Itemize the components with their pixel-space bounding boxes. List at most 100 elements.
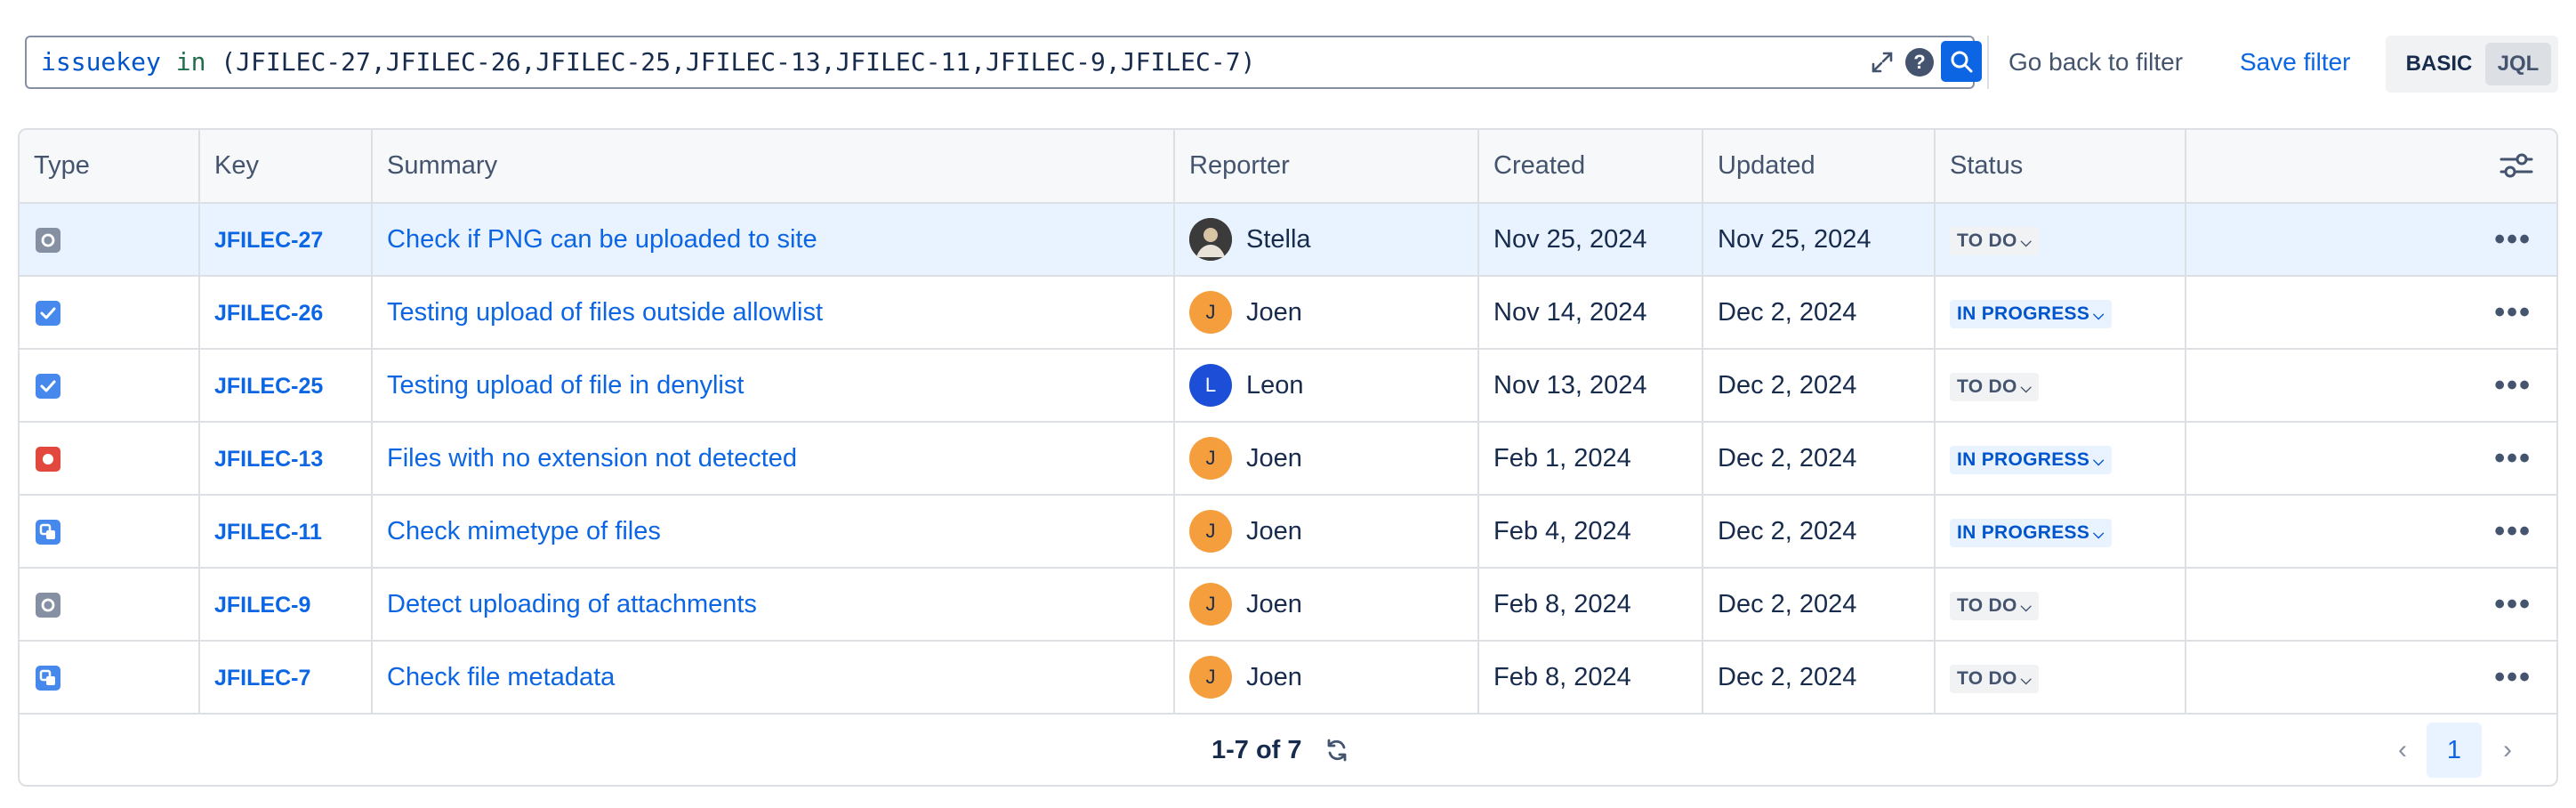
issue-key-link[interactable]: JFILEC-13 [214,447,323,472]
task-checkbox-icon [36,300,60,326]
avatar: J [1189,510,1232,553]
search-mode-toggle: BASIC JQL [2386,36,2558,93]
reporter-name: Joen [1246,516,1302,545]
updated-cell: Dec 2, 2024 [1703,641,1936,715]
basic-mode-button[interactable]: BASIC [2391,43,2487,85]
jql-search-input[interactable]: issuekey in (JFILEC-27,JFILEC-26,JFILEC-… [25,36,1982,89]
go-back-to-filter-button[interactable]: Go back to filter [2008,36,2183,89]
table-row[interactable]: JFILEC-7 Check file metadata J Joen Feb 8, 2… [20,641,2556,715]
column-header-type[interactable]: Type [20,130,200,204]
status-badge[interactable]: IN PROGRESS ⌵ [1950,445,2112,474]
actions-cell: ••• [2186,495,2556,569]
page-1-button[interactable]: 1 [2427,723,2482,778]
created-cell: Nov 25, 2024 [1478,203,1703,277]
chevron-down-icon: ⌵ [2093,526,2105,542]
key-cell: JFILEC-27 [199,203,373,277]
type-cell [20,641,200,715]
reporter-cell: J Joen [1174,422,1479,496]
issue-key-link[interactable]: JFILEC-27 [214,228,323,253]
summary-cell: Detect uploading of attachments [372,568,1175,642]
issue-key-link[interactable]: JFILEC-11 [214,520,322,545]
status-cell: TO DO ⌵ [1935,349,2186,423]
jql-query-text[interactable]: issuekey in (JFILEC-27,JFILEC-26,JFILEC-… [41,37,1255,87]
refresh-icon[interactable] [1324,737,1350,764]
status-badge[interactable]: TO DO ⌵ [1950,591,2040,620]
updated-cell: Dec 2, 2024 [1703,568,1936,642]
more-actions-icon[interactable]: ••• [2494,587,2532,621]
key-cell: JFILEC-26 [199,276,373,350]
issue-key-link[interactable]: JFILEC-7 [214,666,310,691]
more-actions-icon[interactable]: ••• [2494,368,2532,402]
next-page-button[interactable]: › [2494,737,2521,764]
issue-key-link[interactable]: JFILEC-9 [214,593,310,618]
task-circle-icon [36,227,60,253]
column-header-key[interactable]: Key [199,130,373,204]
search-icon [1951,51,1973,73]
search-button[interactable] [1941,41,1982,82]
jql-mode-button[interactable]: JQL [2485,43,2551,85]
more-actions-icon[interactable]: ••• [2494,222,2532,256]
status-badge[interactable]: TO DO ⌵ [1950,226,2040,255]
column-header-created[interactable]: Created [1478,130,1703,204]
toolbar-divider [1987,36,1989,89]
status-cell: TO DO ⌵ [1935,641,2186,715]
column-header-reporter[interactable]: Reporter [1174,130,1479,204]
actions-cell: ••• [2186,349,2556,423]
column-header-updated[interactable]: Updated [1703,130,1936,204]
subtask-icon [36,519,60,545]
status-badge[interactable]: TO DO ⌵ [1950,372,2040,401]
table-row[interactable]: JFILEC-27 Check if PNG can be uploaded to… [20,203,2556,277]
column-settings-icon[interactable] [2500,151,2533,180]
reporter-name: Leon [1246,370,1304,400]
updated-cell: Dec 2, 2024 [1703,422,1936,496]
jql-keyword: issuekey [41,47,161,77]
actions-cell: ••• [2186,422,2556,496]
table-row[interactable]: JFILEC-9 Detect uploading of attachments J… [20,568,2556,642]
column-header-summary[interactable]: Summary [372,130,1175,204]
issue-key-link[interactable]: JFILEC-25 [214,374,323,399]
expand-icon[interactable] [1868,48,1896,77]
summary-cell: Testing upload of file in denylist [372,349,1175,423]
chevron-down-icon: ⌵ [2020,380,2033,396]
chevron-down-icon: ⌵ [2020,672,2033,688]
status-badge[interactable]: IN PROGRESS ⌵ [1950,518,2112,547]
issue-key-link[interactable]: JFILEC-26 [214,301,323,326]
issue-summary-link[interactable]: Check if PNG can be uploaded to site [387,225,817,254]
status-badge[interactable]: TO DO ⌵ [1950,664,2040,693]
issue-summary-link[interactable]: Detect uploading of attachments [387,590,757,618]
table-row[interactable]: JFILEC-26 Testing upload of files outside… [20,276,2556,350]
reporter-cell: J Joen [1174,495,1479,569]
created-cell: Feb 1, 2024 [1478,422,1703,496]
issue-summary-link[interactable]: Testing upload of file in denylist [387,371,744,400]
status-cell: IN PROGRESS ⌵ [1935,422,2186,496]
more-actions-icon[interactable]: ••• [2494,441,2532,475]
created-cell: Nov 13, 2024 [1478,349,1703,423]
more-actions-icon[interactable]: ••• [2494,295,2532,329]
avatar: J [1189,583,1232,626]
type-cell [20,203,200,277]
table-row[interactable]: JFILEC-11 Check mimetype of files J Joen Feb… [20,495,2556,569]
avatar: J [1189,656,1232,699]
created-cell: Feb 8, 2024 [1478,641,1703,715]
table-row[interactable]: JFILEC-13 Files with no extension not det… [20,422,2556,496]
issue-summary-link[interactable]: Testing upload of files outside allowlis… [387,298,823,327]
more-actions-icon[interactable]: ••• [2494,514,2532,548]
summary-cell: Files with no extension not detected [372,422,1175,496]
task-circle-icon [36,592,60,618]
reporter-cell: J Joen [1174,276,1479,350]
save-filter-button[interactable]: Save filter [2240,36,2351,89]
type-cell [20,349,200,423]
issue-summary-link[interactable]: Check mimetype of files [387,517,661,545]
status-badge[interactable]: IN PROGRESS ⌵ [1950,299,2112,328]
table-row[interactable]: JFILEC-25 Testing upload of file in denyl… [20,349,2556,423]
issue-summary-link[interactable]: Check file metadata [387,663,615,691]
more-actions-icon[interactable]: ••• [2494,660,2532,694]
reporter-name: Joen [1246,297,1302,327]
chevron-down-icon: ⌵ [2020,234,2033,250]
previous-page-button[interactable]: ‹ [2389,737,2416,764]
column-header-status[interactable]: Status [1935,130,2186,204]
avatar: J [1189,437,1232,480]
issue-summary-link[interactable]: Files with no extension not detected [387,444,797,473]
help-icon[interactable]: ? [1905,48,1934,77]
key-cell: JFILEC-25 [199,349,373,423]
